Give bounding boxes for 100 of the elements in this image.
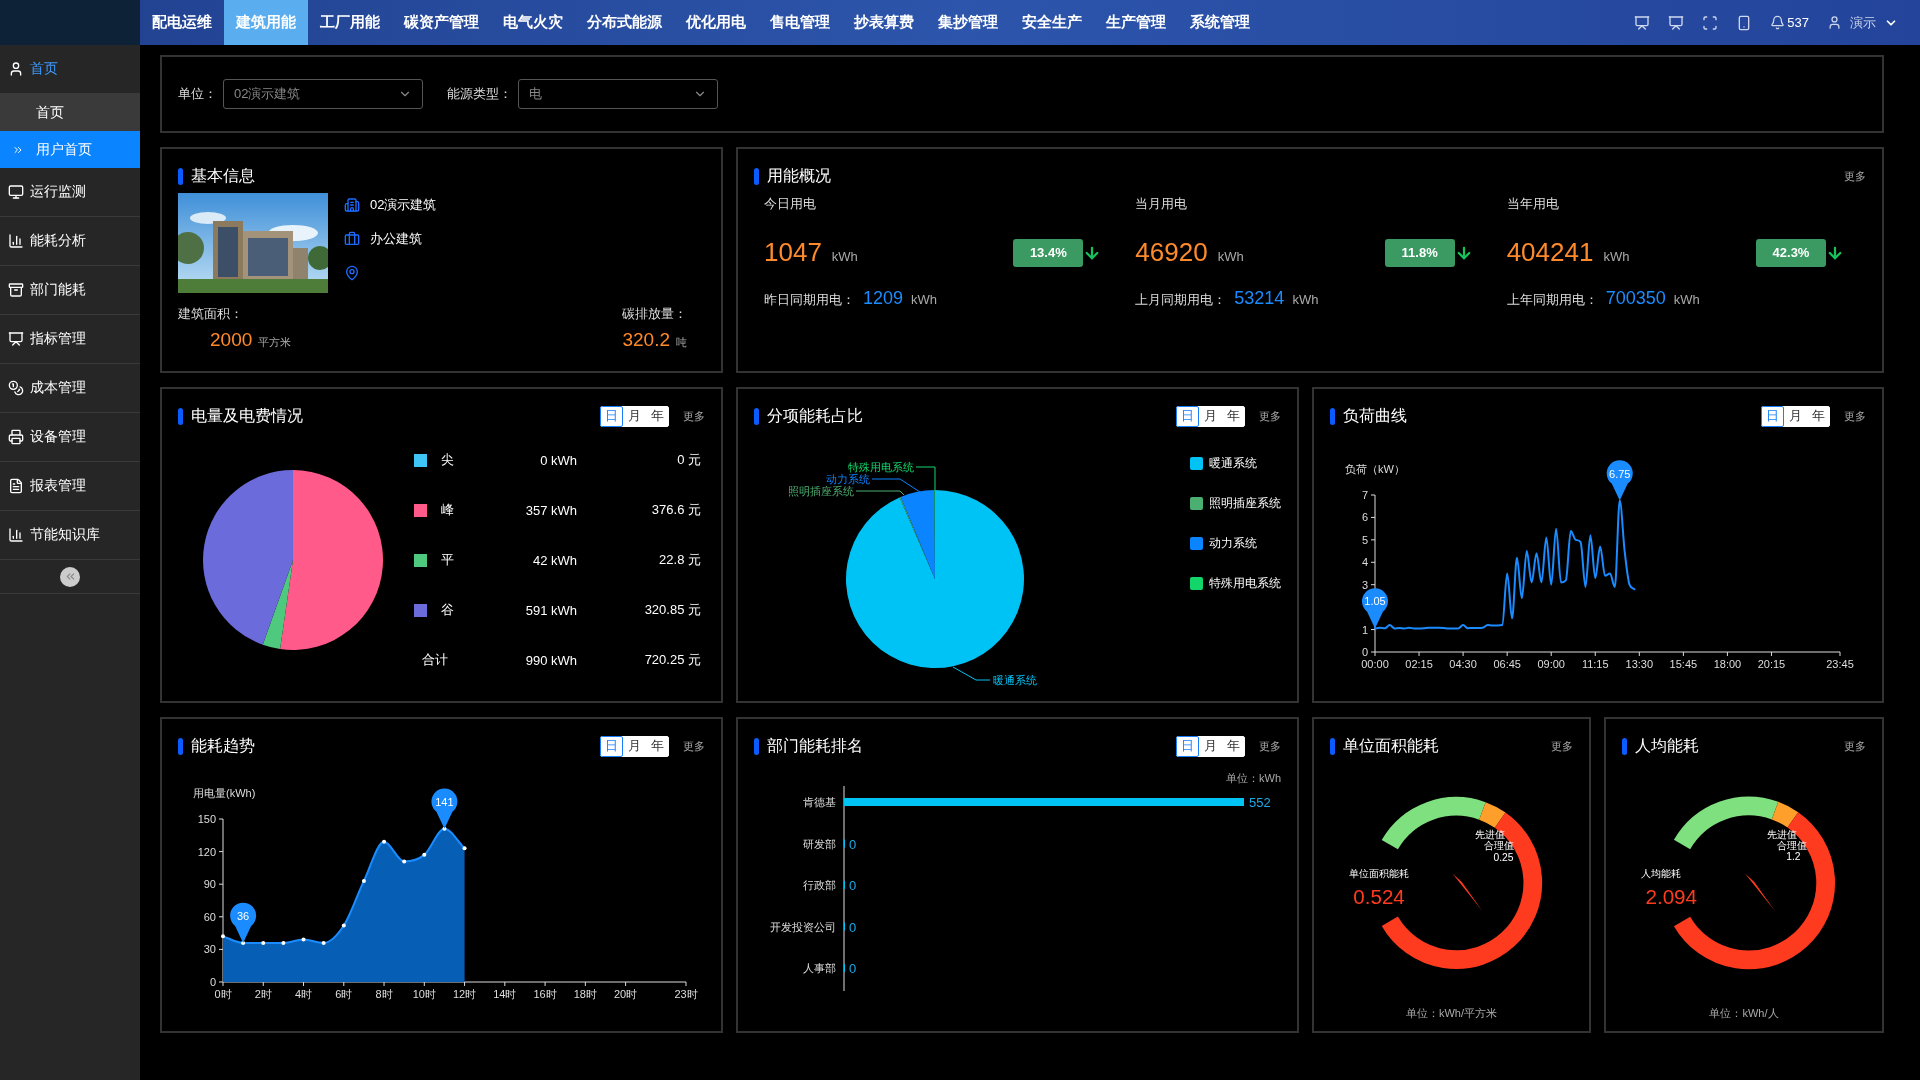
usage-value: 46920 (1135, 237, 1208, 268)
legend-label: 暖通系统 (1209, 454, 1257, 472)
card-title: 基本信息 (191, 165, 255, 186)
tick-label: 3 (1361, 578, 1368, 591)
nav-tab[interactable]: 售电管理 (758, 0, 842, 45)
document-icon (8, 478, 24, 494)
compare-unit: kWh (1673, 292, 1700, 307)
user-icon (1827, 15, 1842, 30)
user-name[interactable]: 演示 (1850, 13, 1876, 32)
threshold-label: 合理值 (1484, 840, 1515, 852)
usage-unit: kWh (1603, 249, 1630, 264)
data-point (382, 839, 387, 844)
nav-tab[interactable]: 配电运维 (140, 0, 224, 45)
nav-tab[interactable]: 安全生产 (1010, 0, 1094, 45)
period-tab[interactable]: 日 (600, 735, 623, 757)
more-link[interactable]: 更多 (1844, 168, 1866, 184)
period-tab[interactable]: 日 (1176, 735, 1199, 757)
more-link[interactable]: 更多 (683, 738, 705, 754)
tick-label: 18时 (573, 988, 597, 1000)
printer-icon (8, 429, 24, 445)
tick-label: 4时 (294, 988, 313, 1000)
tick-label: 0 (1361, 646, 1368, 658)
stat-value: 320.2 (622, 329, 670, 351)
compare-value: 700350 (1605, 288, 1666, 309)
more-link[interactable]: 更多 (1844, 408, 1866, 424)
presentation-icon (8, 331, 24, 347)
nav-tab[interactable]: 系统管理 (1178, 0, 1262, 45)
legend-label: 特殊用电系统 (1209, 574, 1281, 592)
stat-label: 碳排放量： (622, 305, 687, 323)
fullscreen-icon[interactable] (1702, 14, 1719, 31)
filter-select[interactable]: 电 (518, 79, 718, 109)
tick-label: 60 (203, 910, 216, 923)
tick-label: 0时 (214, 988, 232, 1000)
callout-label: 特殊用电系统 (848, 461, 914, 473)
nav-tab[interactable]: 碳资产管理 (392, 0, 491, 45)
annotation: 6.75 (1609, 467, 1631, 480)
tick-label: 16时 (533, 988, 557, 1000)
tick-label: 2时 (254, 988, 272, 1000)
collapse-button[interactable] (60, 566, 80, 587)
data-point (261, 940, 266, 945)
nav-tab[interactable]: 电气火灾 (491, 0, 575, 45)
more-link[interactable]: 更多 (1259, 408, 1281, 424)
legend-cost: 376.6 元 (650, 501, 701, 519)
gauge-needle (1744, 873, 1775, 912)
building-icon (344, 197, 360, 213)
data-point (321, 940, 326, 945)
bar-chart-icon (8, 233, 24, 249)
nav-tab[interactable]: 抄表算费 (842, 0, 926, 45)
tick-label: 13:30 (1625, 658, 1654, 670)
filter-select[interactable]: 02演示建筑 (223, 79, 423, 109)
period-tab[interactable]: 日 (1176, 405, 1199, 427)
total-kwh: 990 kWh (524, 652, 577, 668)
briefcase-icon (344, 231, 360, 247)
stat-unit: 吨 (676, 335, 687, 350)
more-link[interactable]: 更多 (1259, 738, 1281, 754)
tick-label: 02:15 (1405, 658, 1433, 670)
threshold-value: 0.25 (1493, 851, 1514, 863)
value-label: 0 (849, 878, 857, 893)
sidebar-subitem[interactable]: 用户首页 (0, 131, 140, 168)
gauge-value: 0.524 (1353, 884, 1405, 908)
period-tab[interactable]: 日 (600, 405, 623, 427)
nav-tab[interactable]: 分布式能源 (575, 0, 674, 45)
usage-label: 今日用电 (764, 195, 817, 213)
tick-label: 5 (1361, 533, 1368, 546)
notification-icon[interactable] (1770, 15, 1786, 30)
data-point (462, 846, 467, 851)
period-tab[interactable]: 日 (1761, 405, 1784, 427)
tick-label: 12时 (452, 988, 477, 1000)
tick-label: 10时 (412, 988, 436, 1000)
usage-label: 当年用电 (1506, 195, 1560, 213)
threshold-value: 1.2 (1786, 851, 1801, 863)
nav-tab[interactable]: 工厂用能 (308, 0, 392, 45)
nav-tab[interactable]: 生产管理 (1094, 0, 1178, 45)
chart-icon[interactable] (1634, 14, 1651, 31)
axis-title: 负荷（kW） (1345, 463, 1405, 475)
tick-label: 30 (203, 943, 216, 956)
category-label: 人事部 (803, 962, 836, 974)
threshold-label: 先进值 (1767, 828, 1798, 840)
more-link[interactable]: 更多 (1844, 738, 1866, 754)
nav-tab[interactable]: 优化用电 (674, 0, 758, 45)
legend-cost: 0 元 (676, 451, 701, 469)
usage-unit: kWh (831, 249, 858, 264)
monitor-icon (8, 184, 24, 200)
user-icon (8, 61, 24, 77)
chart-icon[interactable] (1668, 14, 1685, 31)
data-point (361, 878, 366, 883)
tick-label: 15:45 (1669, 658, 1698, 670)
callout-label: 照明插座系统 (788, 485, 854, 497)
tick-label: 6时 (335, 988, 353, 1000)
card-title: 部门能耗排名 (767, 735, 863, 756)
more-link[interactable]: 更多 (1551, 738, 1573, 754)
tick-label: 150 (197, 813, 216, 825)
legend-label: 照明插座系统 (1209, 494, 1281, 512)
data-point (422, 852, 427, 857)
more-link[interactable]: 更多 (683, 408, 705, 424)
tick-label: 06:45 (1493, 658, 1521, 670)
sidebar-subitem[interactable]: 首页 (0, 94, 140, 131)
card-title: 能耗趋势 (191, 735, 255, 756)
nav-tab[interactable]: 集抄管理 (926, 0, 1010, 45)
legend-cost: 320.85 元 (643, 601, 701, 619)
